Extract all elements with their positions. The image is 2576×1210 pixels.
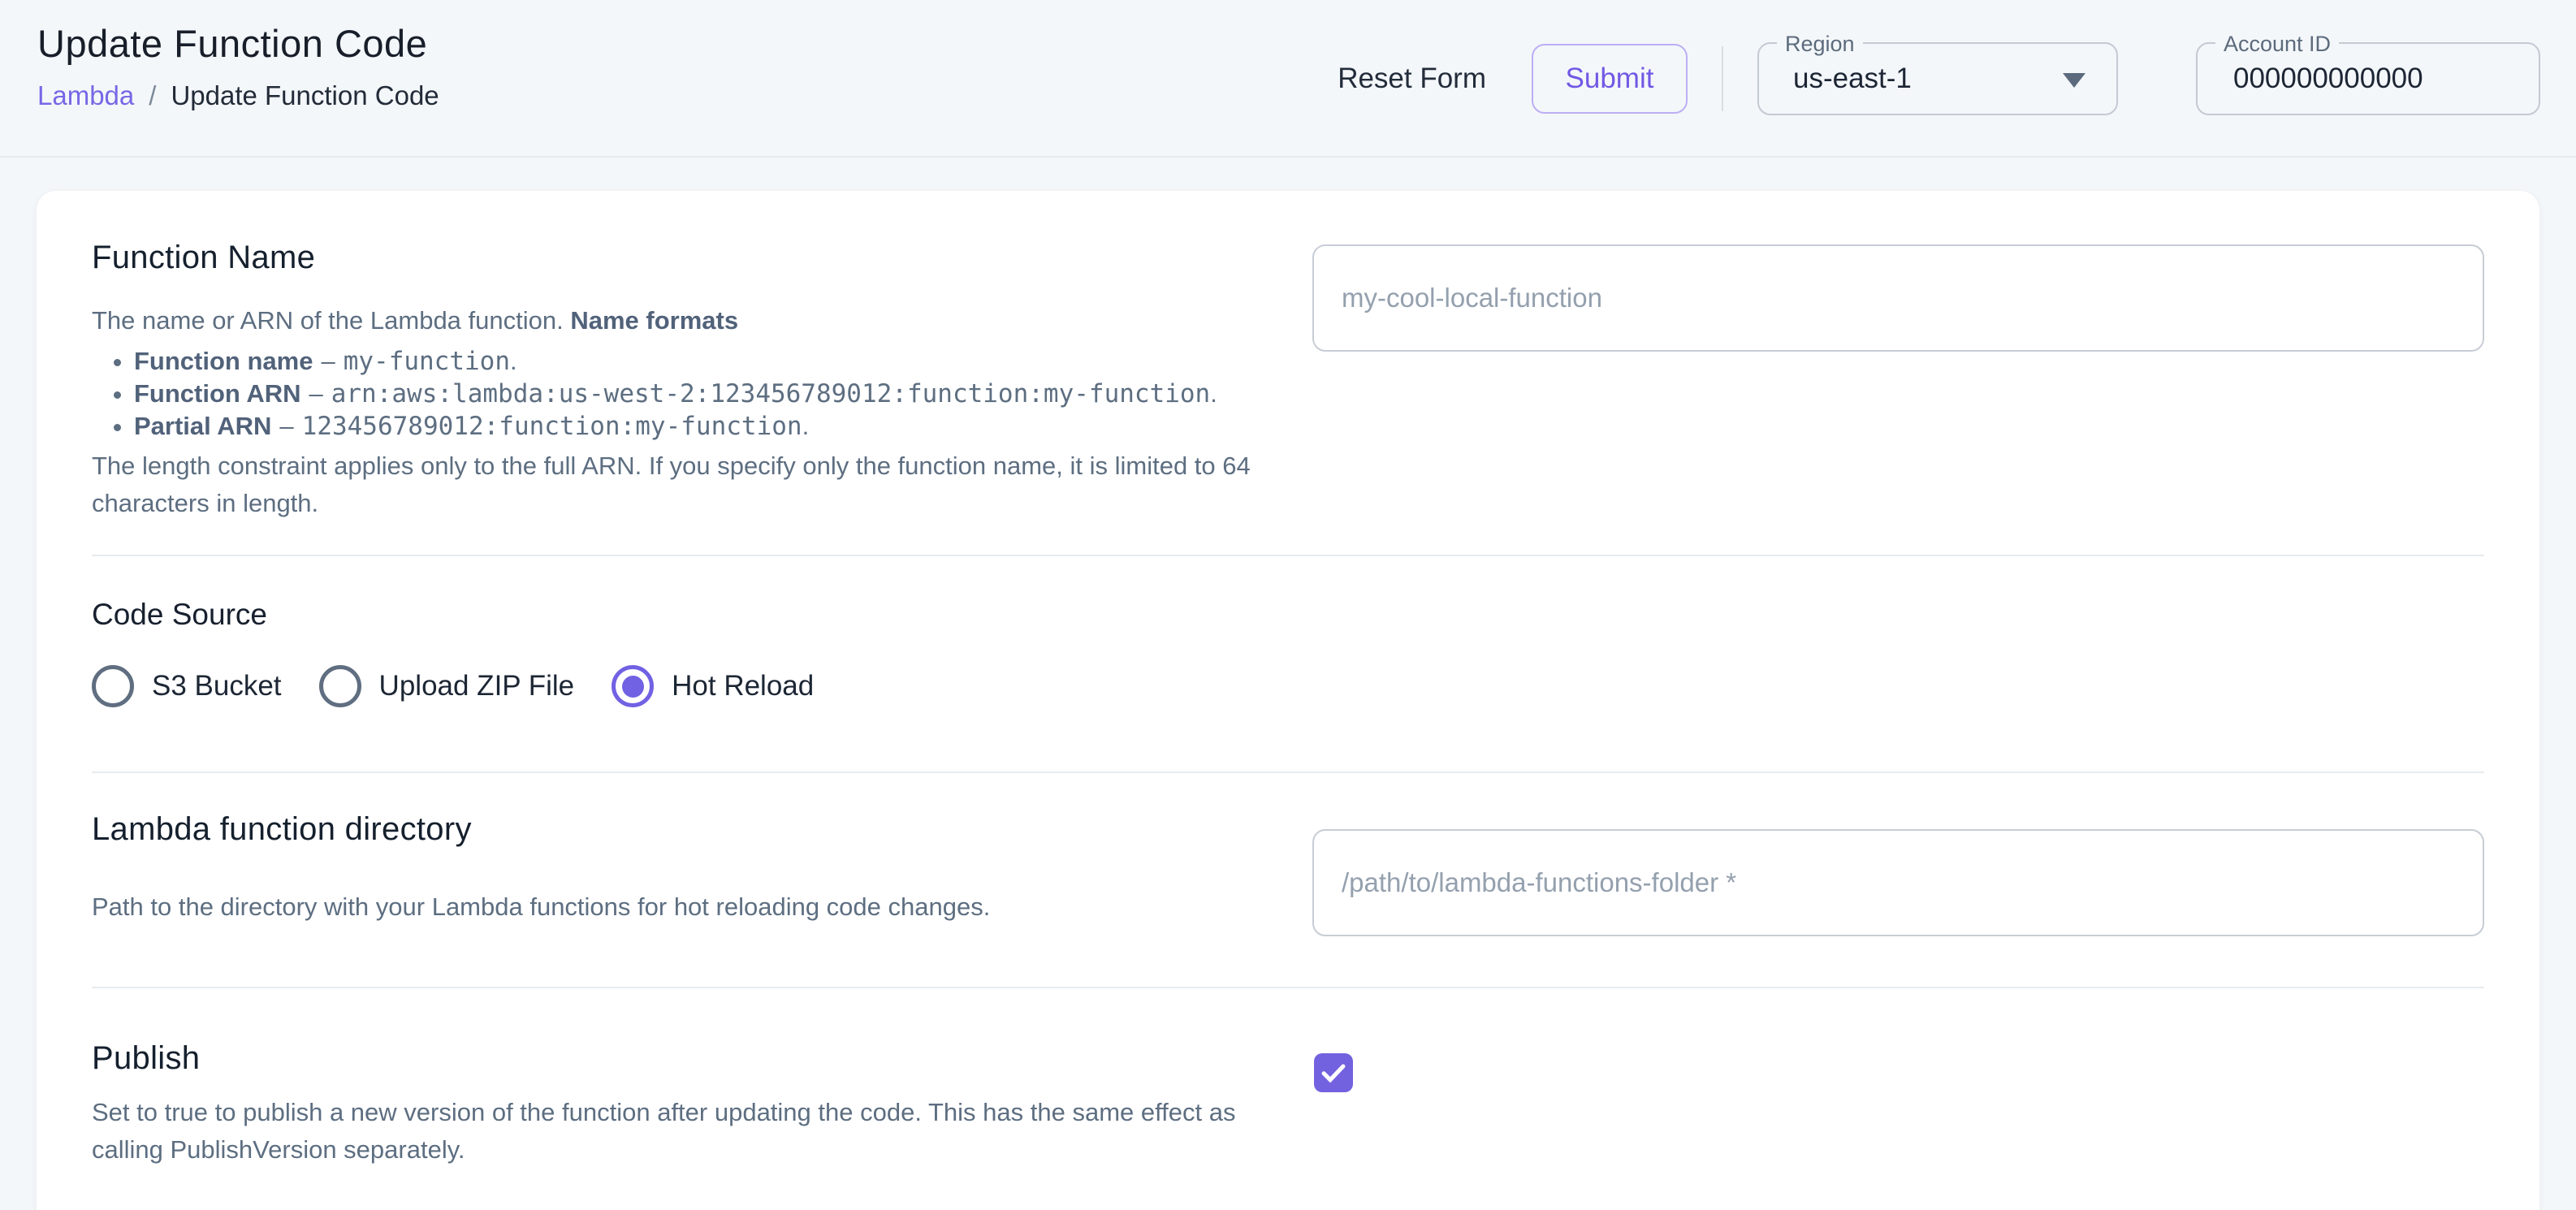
chevron-down-icon <box>2063 73 2085 88</box>
list-item: Function ARN–arn:aws:lambda:us-west-2:12… <box>134 378 1269 410</box>
code-source-section: Code Source S3 Bucket Upload ZIP File Ho… <box>92 597 1310 707</box>
list-item: Partial ARN–123456789012:function:my-fun… <box>134 410 1269 443</box>
account-id-label: Account ID <box>2215 30 2339 58</box>
checkmark-icon <box>1318 1057 1349 1088</box>
function-name-section: Function Name The name or ARN of the Lam… <box>92 236 1269 522</box>
code-source-radio-group: S3 Bucket Upload ZIP File Hot Reload <box>92 665 1310 707</box>
breadcrumb: Lambda / Update Function Code <box>37 80 439 111</box>
page-header: Update Function Code Lambda / Update Fun… <box>0 0 2576 158</box>
directory-heading: Lambda function directory <box>92 808 1269 850</box>
radio-icon <box>612 665 654 707</box>
function-name-constraint-note: The length constraint applies only to th… <box>92 447 1269 522</box>
region-select-label: Region <box>1777 30 1863 58</box>
radio-s3-bucket[interactable]: S3 Bucket <box>92 665 282 707</box>
breadcrumb-separator: / <box>149 80 156 111</box>
radio-icon <box>319 665 361 707</box>
function-name-input[interactable] <box>1312 244 2484 352</box>
submit-button[interactable]: Submit <box>1532 44 1688 114</box>
directory-section: Lambda function directory Path to the di… <box>92 808 1269 925</box>
form-card: Function Name The name or ARN of the Lam… <box>37 191 2539 1210</box>
breadcrumb-current: Update Function Code <box>171 80 439 111</box>
header-actions: Reset Form Submit Region us-east-1 Accou… <box>1315 0 2540 158</box>
radio-upload-zip[interactable]: Upload ZIP File <box>319 665 575 707</box>
account-id-input[interactable] <box>2198 63 2539 95</box>
publish-description: Set to true to publish a new version of … <box>92 1094 1286 1169</box>
reset-form-button[interactable]: Reset Form <box>1315 46 1509 111</box>
publish-heading: Publish <box>92 1037 1286 1079</box>
list-item: Function name–my-function. <box>134 345 1269 378</box>
header-title-block: Update Function Code Lambda / Update Fun… <box>37 21 439 111</box>
function-name-heading: Function Name <box>92 236 1269 279</box>
directory-description: Path to the directory with your Lambda f… <box>92 889 1269 925</box>
section-divider <box>92 555 2484 556</box>
publish-checkbox[interactable] <box>1314 1053 1353 1092</box>
header-divider <box>1722 46 1723 111</box>
account-id-field: Account ID <box>2196 42 2540 115</box>
radio-icon <box>92 665 134 707</box>
publish-section: Publish Set to true to publish a new ver… <box>92 1037 1286 1169</box>
name-format-list: Function name–my-function. Function ARN–… <box>92 345 1269 443</box>
breadcrumb-lambda-link[interactable]: Lambda <box>37 80 134 111</box>
page-title: Update Function Code <box>37 21 439 66</box>
region-select[interactable]: Region us-east-1 <box>1757 42 2118 115</box>
radio-hot-reload[interactable]: Hot Reload <box>612 665 814 707</box>
directory-input[interactable] <box>1312 829 2484 936</box>
region-select-value: us-east-1 <box>1759 63 1912 95</box>
section-divider <box>92 987 2484 988</box>
function-name-description: The name or ARN of the Lambda function. … <box>92 303 1269 339</box>
code-source-heading: Code Source <box>92 597 1310 633</box>
section-divider <box>92 771 2484 773</box>
